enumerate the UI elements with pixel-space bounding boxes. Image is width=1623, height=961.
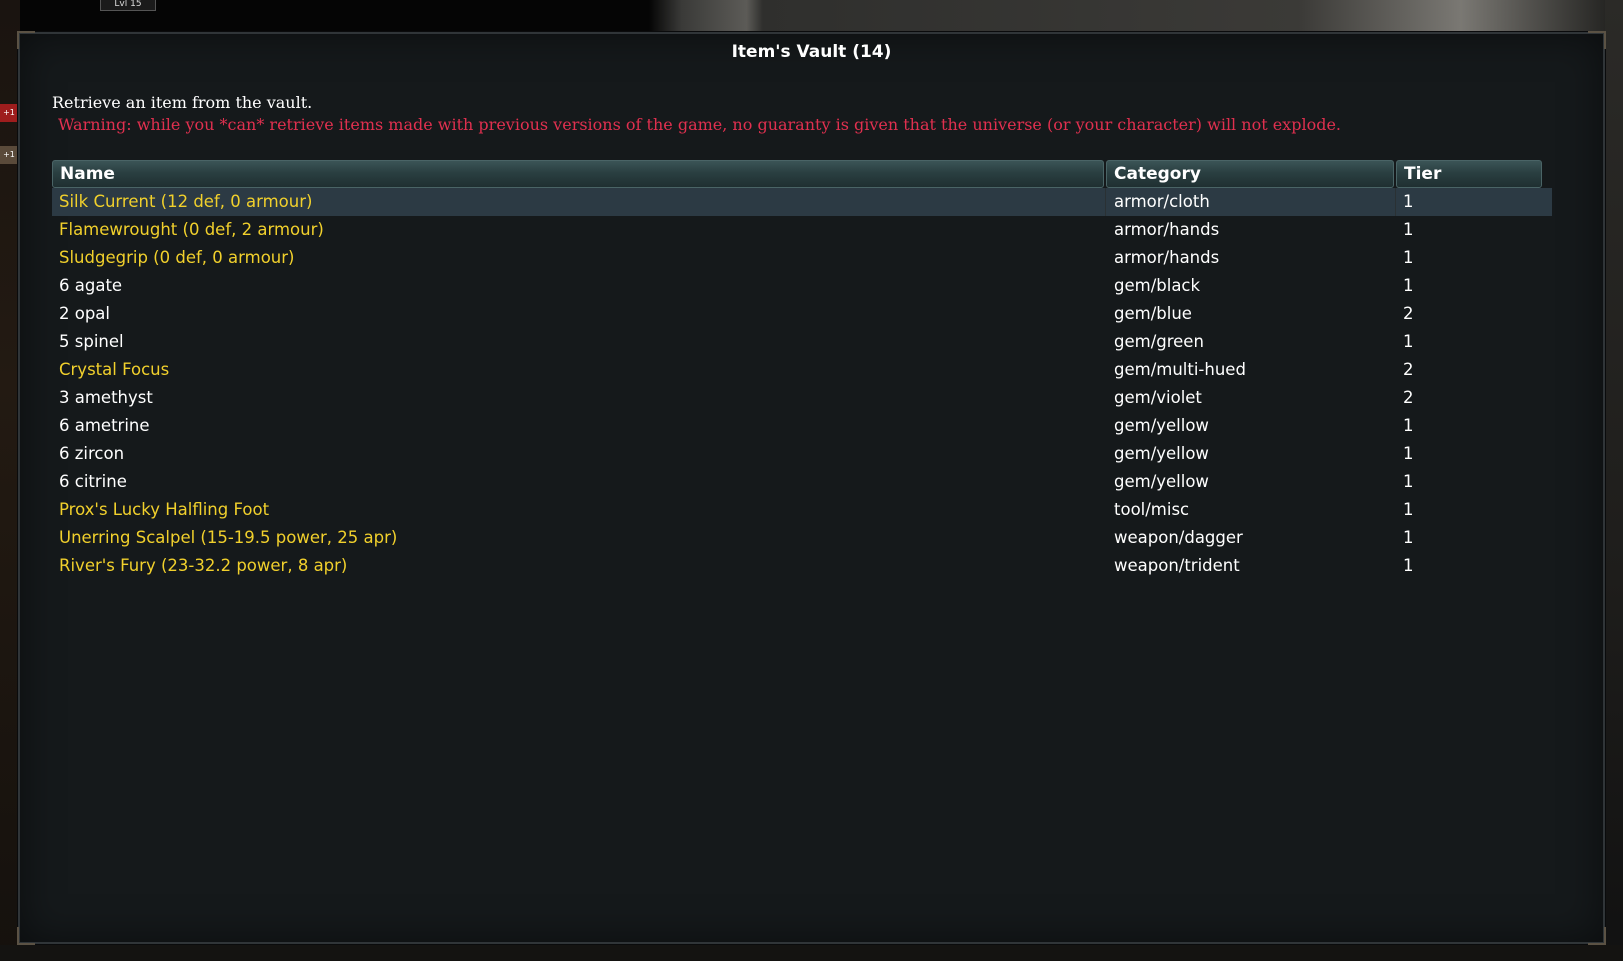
- table-row[interactable]: 5 spinel gem/green 1: [52, 328, 1552, 356]
- item-name-cell: 2 opal: [59, 304, 111, 323]
- background-scene-right: [1605, 0, 1623, 961]
- table-row[interactable]: Flamewrought (0 def, 2 armour) armor/hand…: [52, 216, 1552, 244]
- frame-corner-ornament: [1588, 927, 1606, 945]
- item-name-cell: River's Fury (23-32.2 power, 8 apr): [59, 556, 348, 575]
- item-tier-cell: 1: [1403, 332, 1414, 351]
- item-tier-cell: 1: [1403, 528, 1414, 547]
- item-category-cell: gem/green: [1114, 332, 1204, 351]
- column-header-tier[interactable]: Tier: [1396, 160, 1542, 188]
- table-header: Name Category Tier: [52, 160, 1552, 188]
- item-tier-cell: 2: [1403, 304, 1414, 323]
- item-tier-cell: 1: [1403, 500, 1414, 519]
- table-row[interactable]: 6 citrine gem/yellow 1: [52, 468, 1552, 496]
- item-tier-cell: 2: [1403, 388, 1414, 407]
- item-tier-cell: 1: [1403, 192, 1414, 211]
- frame-corner-ornament: [17, 927, 35, 945]
- table-body: Silk Current (12 def, 0 armour) armor/clo…: [52, 188, 1552, 580]
- column-header-name[interactable]: Name: [52, 160, 1104, 188]
- table-row[interactable]: Silk Current (12 def, 0 armour) armor/clo…: [52, 188, 1552, 216]
- item-category-cell: weapon/dagger: [1114, 528, 1243, 547]
- level-tag: Lvl 15: [100, 0, 156, 11]
- table-row[interactable]: 6 ametrine gem/yellow 1: [52, 412, 1552, 440]
- item-category-cell: gem/violet: [1114, 388, 1202, 407]
- item-tier-cell: 1: [1403, 248, 1414, 267]
- item-tier-cell: 1: [1403, 556, 1414, 575]
- item-name-cell: Prox's Lucky Halfling Foot: [59, 500, 270, 519]
- item-tier-cell: 1: [1403, 416, 1414, 435]
- item-name-cell: 6 agate: [59, 276, 123, 295]
- item-name-cell: 5 spinel: [59, 332, 124, 351]
- side-badge-brown: +1: [0, 146, 18, 164]
- table-row[interactable]: Prox's Lucky Halfling Foot tool/misc 1: [52, 496, 1552, 524]
- item-category-cell: armor/hands: [1114, 220, 1220, 239]
- table-row[interactable]: 6 zircon gem/yellow 1: [52, 440, 1552, 468]
- table-row[interactable]: Crystal Focus gem/multi-hued 2: [52, 356, 1552, 384]
- item-name-cell: 3 amethyst: [59, 388, 153, 407]
- item-name-cell: Crystal Focus: [59, 360, 170, 379]
- item-name-cell: Unerring Scalpel (15-19.5 power, 25 apr): [59, 528, 398, 547]
- item-category-cell: tool/misc: [1114, 500, 1190, 519]
- item-category-cell: gem/black: [1114, 276, 1201, 295]
- item-name-cell: 6 zircon: [59, 444, 125, 463]
- item-tier-cell: 1: [1403, 220, 1414, 239]
- item-tier-cell: 1: [1403, 276, 1414, 295]
- column-header-category[interactable]: Category: [1106, 160, 1394, 188]
- item-name-cell: Flamewrought (0 def, 2 armour): [59, 220, 324, 239]
- warning-text: Warning: while you *can* retrieve items …: [58, 115, 1341, 134]
- item-name-cell: 6 ametrine: [59, 416, 150, 435]
- item-name-cell: Silk Current (12 def, 0 armour): [52, 188, 1106, 216]
- item-tier-cell: 1: [1403, 472, 1414, 491]
- item-name-cell: 6 citrine: [59, 472, 127, 491]
- item-name-cell: Sludgegrip (0 def, 0 armour): [59, 248, 295, 267]
- item-category-cell: armor/cloth: [1106, 188, 1396, 216]
- item-category-cell: gem/yellow: [1114, 416, 1209, 435]
- vault-items-table: Name Category Tier Silk Current (12 def,…: [52, 160, 1552, 580]
- item-category-cell: gem/multi-hued: [1114, 360, 1246, 379]
- item-category-cell: gem/yellow: [1114, 444, 1209, 463]
- table-row[interactable]: River's Fury (23-32.2 power, 8 apr) weapo…: [52, 552, 1552, 580]
- background-scene-left: [0, 0, 20, 961]
- side-badge-red: +1: [0, 104, 18, 122]
- item-vault-dialog: Item's Vault (14) Retrieve an item from …: [17, 31, 1606, 945]
- dialog-title: Item's Vault (14): [731, 42, 892, 62]
- item-category-cell: gem/blue: [1114, 304, 1192, 323]
- table-row[interactable]: 2 opal gem/blue 2: [52, 300, 1552, 328]
- background-hotbar-strip: [0, 945, 1623, 961]
- table-row[interactable]: 6 agate gem/black 1: [52, 272, 1552, 300]
- table-row[interactable]: Sludgegrip (0 def, 0 armour) armor/hands 1: [52, 244, 1552, 272]
- table-row[interactable]: 3 amethyst gem/violet 2: [52, 384, 1552, 412]
- background-scene-top: [0, 0, 1623, 32]
- intro-text: Retrieve an item from the vault.: [52, 93, 313, 112]
- item-category-cell: gem/yellow: [1114, 472, 1209, 491]
- item-category-cell: weapon/trident: [1114, 556, 1240, 575]
- item-tier-cell: 2: [1403, 360, 1414, 379]
- item-category-cell: armor/hands: [1114, 248, 1220, 267]
- item-tier-cell: 1: [1403, 444, 1414, 463]
- table-row[interactable]: Unerring Scalpel (15-19.5 power, 25 apr)…: [52, 524, 1552, 552]
